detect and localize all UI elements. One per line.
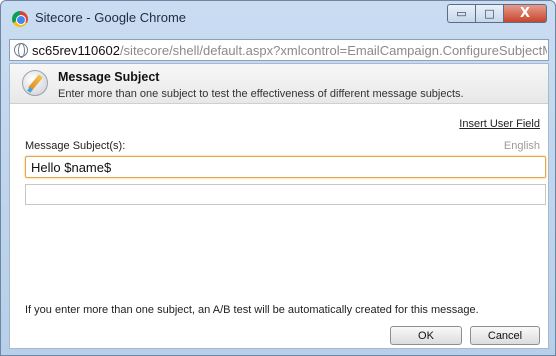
window-title: Sitecore - Google Chrome bbox=[35, 10, 187, 25]
language-label: English bbox=[503, 140, 540, 152]
close-button[interactable]: X bbox=[503, 4, 547, 23]
address-bar[interactable]: sc65rev110602/sitecore/shell/default.asp… bbox=[9, 39, 549, 61]
pen-edit-icon bbox=[22, 70, 48, 96]
cancel-button[interactable]: Cancel bbox=[470, 326, 540, 345]
dialog-description: Enter more than one subject to test the … bbox=[58, 88, 464, 100]
subject-input-1[interactable] bbox=[25, 156, 546, 178]
browser-window: Sitecore - Google Chrome ▭ □ X sc65rev11… bbox=[0, 0, 556, 356]
subject-input-2[interactable] bbox=[25, 184, 546, 205]
ok-button[interactable]: OK bbox=[390, 326, 462, 345]
ab-test-info-text: If you enter more than one subject, an A… bbox=[25, 304, 479, 316]
url-path: /sitecore/shell/default.aspx?xmlcontrol=… bbox=[119, 43, 547, 58]
url-host: sc65rev110602 bbox=[32, 43, 120, 58]
dialog-header: Message Subject Enter more than one subj… bbox=[10, 64, 548, 104]
subjects-label: Message Subject(s): bbox=[25, 140, 126, 152]
maximize-button[interactable]: □ bbox=[475, 4, 503, 23]
globe-icon bbox=[14, 43, 28, 58]
minimize-icon: ▭ bbox=[456, 7, 467, 20]
maximize-icon: □ bbox=[484, 7, 495, 20]
dialog-content: Message Subject Enter more than one subj… bbox=[9, 63, 549, 349]
window-controls: ▭ □ X bbox=[447, 4, 547, 24]
url-text[interactable]: sc65rev110602/sitecore/shell/default.asp… bbox=[32, 43, 547, 58]
chrome-logo-icon bbox=[12, 11, 28, 27]
close-icon: X bbox=[519, 6, 531, 21]
dialog-title: Message Subject bbox=[58, 70, 160, 84]
title-bar: Sitecore - Google Chrome ▭ □ X bbox=[1, 1, 555, 37]
insert-user-field-link[interactable]: Insert User Field bbox=[459, 118, 540, 130]
minimize-button[interactable]: ▭ bbox=[447, 4, 475, 23]
